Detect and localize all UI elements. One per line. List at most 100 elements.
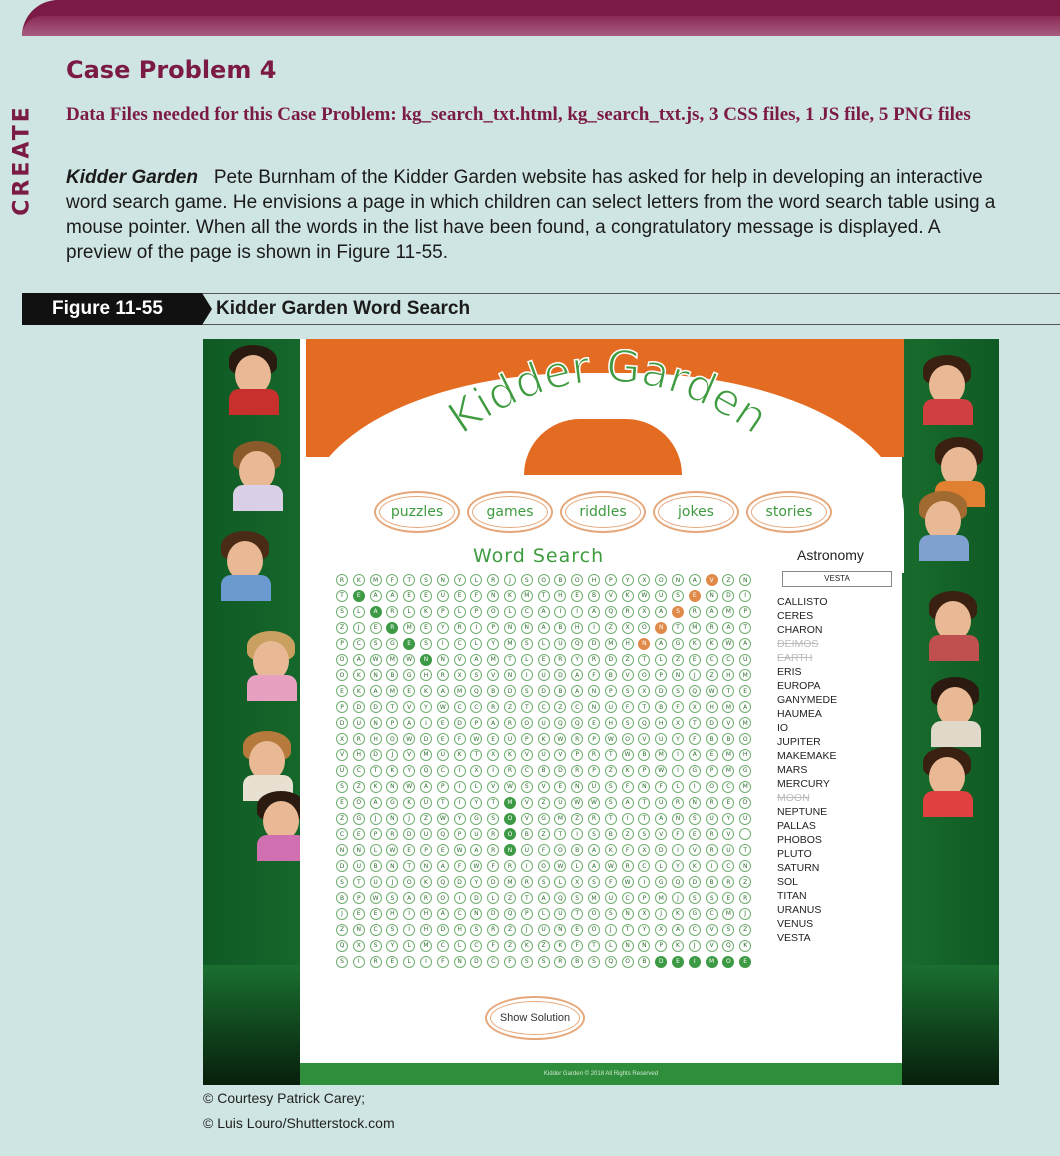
grid-letter-cell[interactable]: N — [369, 669, 382, 682]
grid-letter-cell[interactable]: M — [504, 876, 516, 889]
grid-letter-cell[interactable]: L — [504, 605, 516, 618]
grid-letter-cell[interactable]: F — [504, 955, 516, 968]
grid-letter-cell[interactable]: W — [604, 733, 617, 745]
grid-letter-cell[interactable]: P — [336, 637, 348, 650]
grid-letter-cell[interactable]: A — [655, 637, 668, 650]
grid-letter-cell[interactable]: Y — [386, 939, 399, 952]
grid-letter-cell[interactable]: A — [436, 860, 449, 873]
grid-letter-cell[interactable]: P — [487, 621, 500, 634]
grid-letter-cell[interactable]: C — [520, 605, 533, 618]
grid-letter-cell[interactable]: D — [604, 653, 617, 666]
grid-letter-cell[interactable]: Z — [420, 812, 432, 825]
grid-letter-cell[interactable]: W — [705, 685, 718, 698]
grid-letter-cell[interactable]: L — [403, 939, 416, 952]
grid-letter-cell[interactable]: R — [504, 717, 516, 730]
grid-letter-cell[interactable]: L — [403, 955, 416, 968]
grid-letter-cell[interactable]: Z — [504, 939, 516, 952]
grid-letter-cell[interactable]: R — [336, 574, 348, 586]
grid-letter-cell[interactable]: M — [453, 685, 466, 698]
grid-letter-cell[interactable]: O — [621, 733, 634, 745]
grid-letter-cell[interactable]: Y — [621, 574, 634, 586]
grid-letter-cell[interactable]: H — [588, 574, 600, 586]
grid-letter-cell[interactable]: S — [537, 876, 550, 889]
grid-letter-cell[interactable]: N — [638, 939, 651, 952]
grid-letter-cell[interactable]: D — [470, 955, 483, 968]
grid-letter-cell[interactable]: N — [369, 717, 382, 730]
grid-letter-cell[interactable]: O — [537, 860, 550, 873]
grid-letter-cell[interactable]: T — [688, 717, 701, 730]
grid-letter-cell[interactable]: Y — [453, 574, 466, 586]
grid-letter-cell[interactable]: K — [453, 748, 466, 761]
grid-letter-cell[interactable]: T — [739, 621, 752, 634]
grid-letter-cell[interactable]: I — [705, 860, 718, 873]
grid-letter-cell[interactable]: Z — [537, 939, 550, 952]
grid-letter-cell[interactable]: S — [520, 685, 533, 698]
grid-letter-cell[interactable]: V — [453, 653, 466, 666]
grid-letter-cell[interactable]: J — [403, 812, 416, 825]
grid-letter-cell[interactable]: I — [453, 764, 466, 777]
grid-letter-cell[interactable]: G — [386, 637, 399, 650]
grid-letter-cell[interactable]: U — [336, 764, 348, 777]
grid-letter-cell[interactable]: O — [436, 892, 449, 904]
grid-letter-cell[interactable]: Y — [722, 812, 735, 825]
grid-letter-cell[interactable]: O — [504, 812, 516, 825]
grid-letter-cell[interactable]: A — [436, 685, 449, 698]
grid-letter-cell[interactable]: U — [655, 796, 668, 809]
grid-letter-cell[interactable]: F — [436, 955, 449, 968]
grid-letter-cell[interactable]: S — [336, 780, 348, 793]
grid-letter-cell[interactable]: T — [604, 748, 617, 761]
grid-letter-cell[interactable]: Q — [722, 939, 735, 952]
grid-letter-cell[interactable]: M — [520, 589, 533, 602]
grid-letter-cell[interactable]: S — [520, 637, 533, 650]
grid-letter-cell[interactable]: K — [420, 605, 432, 618]
nav-stories-button[interactable]: stories — [746, 491, 832, 533]
grid-letter-cell[interactable]: N — [352, 844, 365, 857]
grid-letter-cell[interactable]: P — [453, 828, 466, 841]
grid-letter-cell[interactable]: W — [588, 796, 600, 809]
grid-letter-cell[interactable]: S — [520, 780, 533, 793]
grid-letter-cell[interactable]: Q — [604, 605, 617, 618]
grid-letter-cell[interactable]: U — [537, 669, 550, 682]
grid-letter-cell[interactable]: A — [537, 621, 550, 634]
grid-letter-cell[interactable]: N — [436, 574, 449, 586]
grid-letter-cell[interactable]: P — [436, 605, 449, 618]
grid-letter-cell[interactable]: V — [520, 748, 533, 761]
grid-letter-cell[interactable]: L — [470, 637, 483, 650]
grid-letter-cell[interactable]: Z — [672, 653, 684, 666]
grid-letter-cell[interactable]: H — [352, 748, 365, 761]
grid-letter-cell[interactable]: Y — [571, 653, 584, 666]
grid-letter-cell[interactable]: D — [588, 637, 600, 650]
grid-letter-cell[interactable]: I — [420, 955, 432, 968]
grid-letter-cell[interactable]: K — [504, 748, 516, 761]
grid-letter-cell[interactable]: X — [336, 733, 348, 745]
grid-letter-cell[interactable]: I — [688, 955, 701, 968]
grid-letter-cell[interactable]: P — [352, 892, 365, 904]
grid-letter-cell[interactable]: N — [688, 796, 701, 809]
grid-letter-cell[interactable]: K — [352, 685, 365, 698]
grid-letter-cell[interactable]: T — [369, 764, 382, 777]
grid-letter-cell[interactable]: B — [554, 621, 567, 634]
grid-letter-cell[interactable]: I — [352, 955, 365, 968]
grid-letter-cell[interactable]: R — [588, 653, 600, 666]
grid-letter-cell[interactable]: U — [520, 844, 533, 857]
grid-letter-cell[interactable]: S — [537, 955, 550, 968]
grid-letter-cell[interactable]: U — [537, 717, 550, 730]
grid-letter-cell[interactable]: X — [688, 701, 701, 714]
grid-letter-cell[interactable]: R — [504, 764, 516, 777]
grid-letter-cell[interactable]: I — [470, 621, 483, 634]
grid-letter-cell[interactable]: L — [403, 605, 416, 618]
grid-letter-cell[interactable]: E — [722, 796, 735, 809]
grid-letter-cell[interactable]: T — [638, 812, 651, 825]
grid-letter-cell[interactable]: M — [705, 955, 718, 968]
grid-letter-cell[interactable]: Y — [453, 812, 466, 825]
grid-letter-cell[interactable]: O — [588, 923, 600, 936]
grid-letter-cell[interactable]: D — [420, 733, 432, 745]
grid-letter-cell[interactable]: Y — [672, 733, 684, 745]
grid-letter-cell[interactable]: W — [604, 860, 617, 873]
grid-letter-cell[interactable]: L — [470, 780, 483, 793]
grid-letter-cell[interactable]: E — [537, 653, 550, 666]
grid-letter-cell[interactable]: I — [436, 637, 449, 650]
grid-letter-cell[interactable]: E — [688, 589, 701, 602]
grid-letter-cell[interactable]: F — [571, 939, 584, 952]
grid-letter-cell[interactable]: O — [520, 717, 533, 730]
